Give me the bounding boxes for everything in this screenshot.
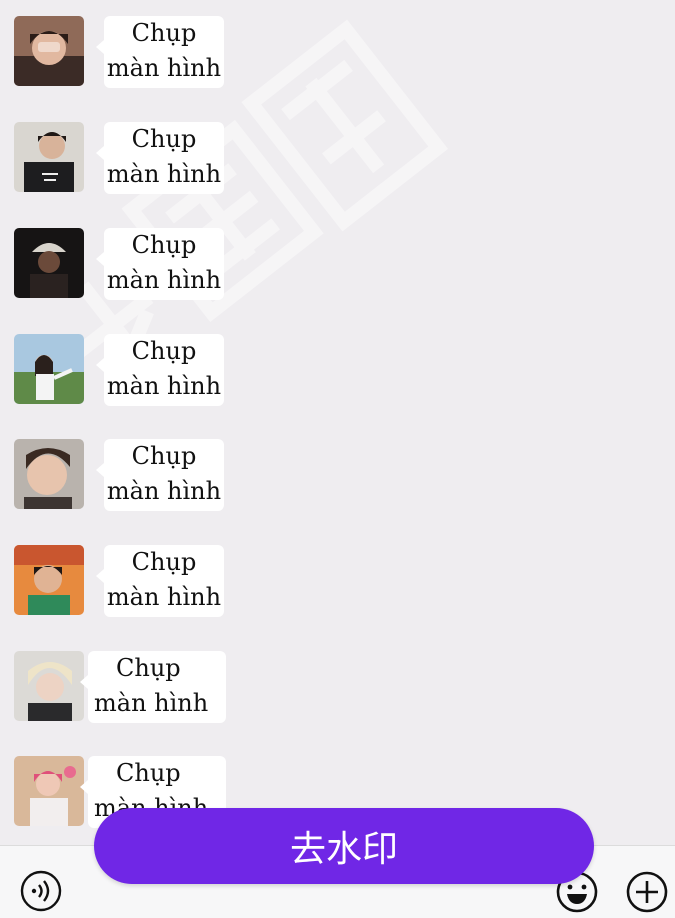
- message-bubble[interactable]: Chụp màn hình: [96, 122, 224, 194]
- avatar[interactable]: [14, 439, 84, 509]
- voice-icon[interactable]: [20, 870, 62, 912]
- avatar[interactable]: [14, 228, 84, 298]
- message-text-line1: Chụp: [131, 19, 197, 47]
- message-text-line1: Chụp: [131, 231, 197, 259]
- message-text-line2: màn hình: [106, 477, 222, 505]
- message-text-line1: Chụp: [131, 548, 197, 576]
- message-bubble[interactable]: Chụp màn hình: [96, 439, 224, 511]
- message-text-line1: Chụp: [116, 759, 181, 787]
- message-text-line1: Chụp: [131, 442, 197, 470]
- plus-icon[interactable]: [625, 870, 669, 914]
- avatar[interactable]: [14, 334, 84, 404]
- message-bubble[interactable]: Chụp màn hình: [96, 334, 224, 406]
- message-text-line2: màn hình: [106, 583, 222, 611]
- message-text-line2: màn hình: [106, 266, 222, 294]
- message-text-line1: Chụp: [131, 337, 197, 365]
- message-text-line2: màn hình: [106, 54, 222, 82]
- message-bubble[interactable]: Chụp màn hình: [96, 16, 224, 88]
- remove-watermark-label: 去水印: [289, 829, 398, 870]
- chat-message-list: Chụp màn hình Chụp màn hình Chụp màn hìn…: [0, 0, 675, 845]
- message-bubble[interactable]: Chụp màn hình: [96, 545, 224, 617]
- avatar[interactable]: [14, 756, 84, 826]
- message-text-line2: màn hình: [94, 689, 209, 717]
- remove-watermark-button[interactable]: 去水印: [94, 808, 594, 884]
- avatar[interactable]: [14, 545, 84, 615]
- avatar[interactable]: [14, 122, 84, 192]
- avatar[interactable]: [14, 651, 84, 721]
- message-text-line2: màn hình: [106, 160, 222, 188]
- message-text-line2: màn hình: [106, 372, 222, 400]
- avatar[interactable]: [14, 16, 84, 86]
- message-bubble[interactable]: Chụp màn hình: [96, 228, 224, 300]
- message-text-line1: Chụp: [131, 125, 197, 153]
- message-text-line1: Chụp: [116, 654, 181, 682]
- message-bubble[interactable]: Chụp màn hình: [80, 651, 226, 723]
